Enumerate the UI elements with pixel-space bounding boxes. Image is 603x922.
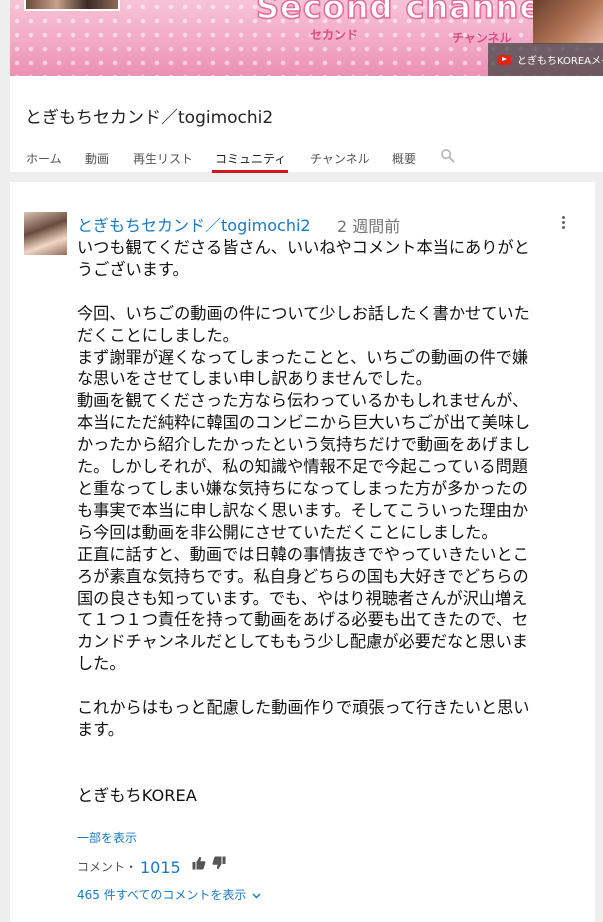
active-tab-indicator: [212, 170, 288, 173]
thumb-up-icon[interactable]: [192, 856, 206, 870]
tab-community[interactable]: コミュニティ: [215, 150, 286, 167]
post-author[interactable]: とぎもちセカンド／togimochi2: [77, 212, 311, 236]
channel-tabs: ホーム 動画 再生リスト コミュニティ チャンネル 概要: [10, 146, 603, 173]
channel-banner: Second channel セカンド チャンネル とぎもちKOREAメイ: [10, 0, 603, 76]
post-body: いつも観てくださる皆さん、いいねやコメント本当にありがとうございます。 今回、い…: [77, 238, 531, 805]
community-post: とぎもちセカンド／togimochi2 2 週間前 いつも観てくださる皆さん、い…: [10, 182, 595, 922]
tab-playlists[interactable]: 再生リスト: [133, 150, 193, 167]
banner-channel-link[interactable]: とぎもちKOREAメイ: [488, 43, 603, 76]
tab-about[interactable]: 概要: [392, 150, 416, 167]
banner-title: Second channel: [255, 0, 555, 27]
chevron-down-icon: [252, 893, 261, 899]
tab-home[interactable]: ホーム: [26, 150, 62, 167]
post-timestamp[interactable]: 2 週間前: [337, 213, 400, 237]
channel-name: とぎもちセカンド／togimochi2: [25, 108, 274, 128]
banner-subtitle-left: セカンド: [310, 28, 359, 42]
search-icon[interactable]: [440, 148, 455, 163]
show-less-link[interactable]: 一部を表示: [77, 829, 137, 846]
more-vert-icon[interactable]: [557, 216, 569, 232]
channel-header: とぎもちセカンド／togimochi2 ホーム 動画 再生リスト コミュニティ …: [10, 76, 603, 173]
view-all-comments-link[interactable]: 465 件すべてのコメントを表示: [77, 886, 261, 903]
banner-link-label: とぎもちKOREAメイ: [517, 56, 603, 67]
tab-channels[interactable]: チャンネル: [310, 150, 370, 167]
banner-thumbnail: [24, 0, 120, 11]
tab-videos[interactable]: 動画: [85, 150, 109, 167]
comment-label: コメント・: [77, 860, 138, 874]
banner-artwork: [533, 0, 603, 44]
thumb-down-icon[interactable]: [212, 856, 226, 870]
view-all-comments-label: 465 件すべてのコメントを表示: [77, 888, 247, 902]
youtube-icon: [497, 54, 511, 65]
avatar[interactable]: [24, 212, 67, 255]
comment-count: 1015: [140, 858, 181, 877]
